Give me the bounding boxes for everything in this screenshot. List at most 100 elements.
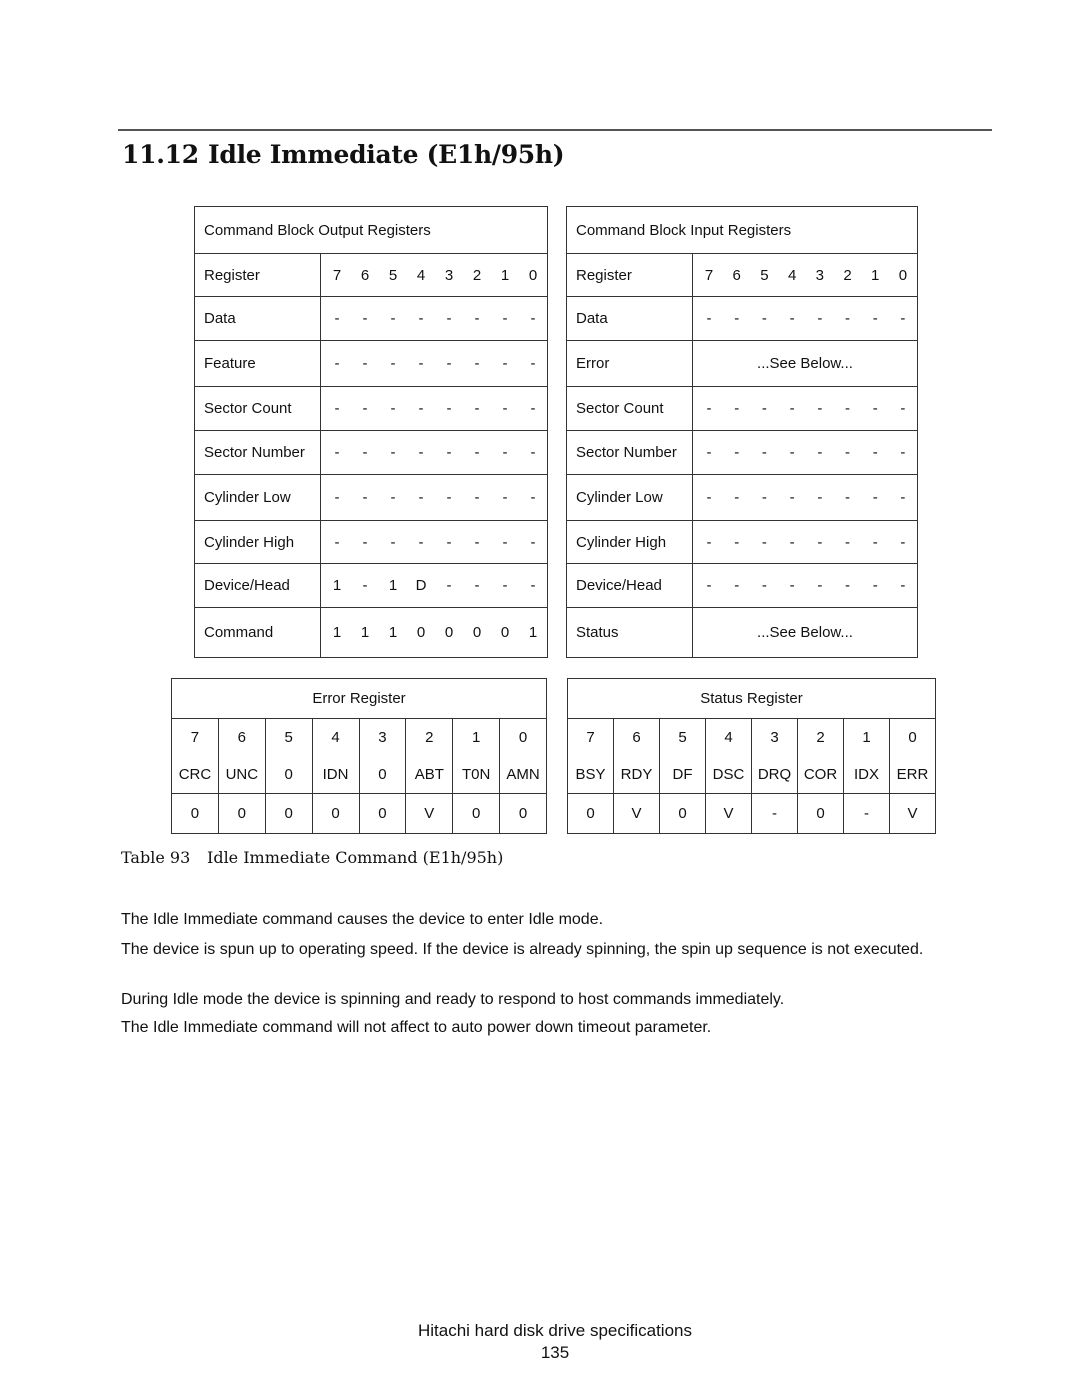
paragraph: The Idle Immediate command will not affe… (121, 1019, 712, 1036)
bit-value: - (390, 400, 396, 417)
bit-value: - (789, 310, 795, 327)
bit-value: - (334, 444, 340, 461)
bit-value: - (817, 577, 823, 594)
section-title: Idle Immediate (E1h/95h) (208, 140, 565, 169)
bit-value: V (889, 793, 936, 834)
input-header-row: Register 76 543 2 10 (566, 253, 918, 297)
error-register-title: Error Register (171, 678, 547, 719)
bit-value: - (446, 444, 452, 461)
bit-value: - (362, 533, 368, 551)
bit-value: - (530, 310, 536, 327)
register-bits: 1-1D---- (319, 563, 549, 608)
bit-value: 0 (659, 793, 706, 834)
register-name: Cylinder Low (566, 474, 693, 521)
section-number: 11.12 (122, 140, 199, 169)
bit-value: V (613, 793, 660, 834)
bit-value: - (362, 400, 368, 417)
register-name: Error (566, 340, 693, 387)
bit-value: - (734, 400, 740, 417)
bit-value: - (706, 533, 712, 551)
section-rule (118, 129, 992, 131)
bit-value: 0 (311, 793, 360, 834)
register-name: Sector Count (194, 386, 321, 431)
bit-value: 1 (388, 577, 398, 594)
bit-value: - (900, 533, 906, 551)
register-bits: -------- (692, 430, 918, 475)
bit-value: - (334, 355, 340, 372)
bit-value: - (362, 577, 368, 594)
bit-value: - (502, 355, 508, 372)
bit-value: - (502, 489, 508, 506)
register-name: Cylinder High (566, 520, 693, 564)
table-caption-text: Idle Immediate Command (E1h/95h) (207, 848, 504, 867)
register-bits: -------- (319, 520, 549, 564)
bit-value: - (845, 444, 851, 461)
bit-values: -------- (693, 444, 917, 461)
bit-value: - (474, 577, 480, 594)
bit-value: - (390, 489, 396, 506)
register-row: Sector Number - - - - - - - - (194, 430, 549, 475)
bit-value: - (761, 444, 767, 461)
bit-number-row: 76543210 (567, 718, 936, 756)
register-row: Data - - - - - - - - (194, 296, 549, 341)
bit-value: V (405, 793, 454, 834)
input-header-bits: 76 543 2 10 (693, 267, 917, 284)
status-register-title: Status Register (567, 678, 936, 719)
table-caption: Table 93 Idle Immediate Command (E1h/95h) (121, 848, 503, 867)
input-registers-title: Command Block Input Registers (566, 206, 918, 254)
register-name: Data (194, 296, 321, 341)
bit-number: 1 (871, 266, 880, 284)
paragraph: During Idle mode the device is spinning … (121, 991, 785, 1008)
bit-values: -------- (321, 310, 547, 327)
bit-values: -------- (321, 489, 547, 506)
register-row: Cylinder High - - - - - - - - (194, 520, 549, 564)
bit-value: - (390, 310, 396, 327)
bit-value: - (845, 310, 851, 327)
bit-number: 6 (360, 266, 370, 284)
bit-value: - (789, 533, 795, 551)
bit-value: - (734, 444, 740, 461)
bit-values: -------- (321, 444, 547, 461)
bit-value: D (415, 577, 427, 594)
bit-value: - (390, 444, 396, 461)
bit-value: - (390, 533, 396, 551)
register-row: Sector Count - - - - - - - - (566, 386, 918, 431)
register-bits: -------- (319, 474, 549, 521)
bit-values: -------- (693, 577, 917, 594)
bit-number: 2 (797, 718, 844, 756)
register-row: Sector Count - - - - - - - - (194, 386, 549, 431)
bit-value: 0 (264, 793, 313, 834)
bit-value: - (817, 310, 823, 327)
bit-value: - (900, 400, 906, 417)
bit-number: 6 (217, 718, 266, 756)
bit-value: - (446, 533, 452, 551)
bit-value: - (474, 489, 480, 506)
bit-number: 7 (171, 718, 219, 756)
bit-value: - (530, 444, 536, 461)
bit-name: UNC (217, 755, 266, 794)
bit-value: - (872, 444, 878, 461)
bit-value: - (362, 355, 368, 372)
bit-value: - (817, 444, 823, 461)
bit-value: - (362, 489, 368, 506)
register-row: Feature - - - - - - - - (194, 340, 549, 387)
bit-value: - (446, 489, 452, 506)
bit-values: -------- (321, 355, 547, 372)
bit-number: 0 (528, 266, 538, 284)
bit-value: 0 (358, 793, 407, 834)
bit-number: 4 (705, 718, 752, 756)
bit-value: - (872, 533, 878, 551)
bit-values: 1 1 1 0 0 0 0 1 (321, 624, 547, 641)
bit-value: - (334, 489, 340, 506)
register-row: Cylinder Low - - - - - - - - (566, 474, 918, 521)
bit-value: - (872, 489, 878, 506)
bit-value: - (734, 577, 740, 594)
bit-value: - (446, 577, 452, 594)
bit-number: 2 (843, 266, 852, 284)
bit-number: 4 (787, 266, 797, 284)
bit-value: - (502, 533, 508, 551)
bit-value: - (761, 533, 767, 551)
bit-value-row: 00000V00 (171, 793, 547, 834)
register-row: Status ...See Below... (566, 607, 918, 658)
bit-value: - (502, 444, 508, 461)
